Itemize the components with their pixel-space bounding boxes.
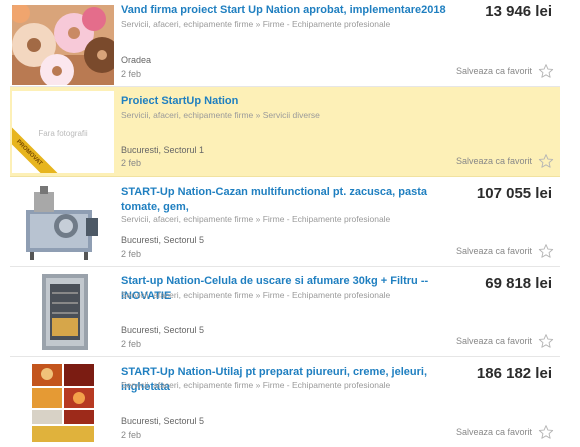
listing-category: Servicii, afaceri, echipamente firme » F… [121, 380, 391, 390]
listing-location: Bucuresti, Sectorul 5 [121, 416, 205, 426]
listing-location: Bucuresti, Sectorul 1 [121, 145, 205, 155]
listing-title-link[interactable]: Proiect StartUp Nation [121, 94, 446, 109]
listing-date: 2 feb [121, 158, 142, 168]
listing-price: 69 818 lei [485, 275, 552, 292]
listing-thumbnail-desserts[interactable] [12, 362, 114, 442]
listing-price: 186 182 lei [476, 365, 552, 382]
save-favorite-button[interactable]: Salveaza ca favorit [456, 153, 554, 169]
listing-date: 2 feb [121, 339, 142, 349]
save-favorite-label: Salveaza ca favorit [455, 66, 532, 76]
listing-category: Servicii, afaceri, echipamente firme » F… [121, 290, 391, 300]
listing-thumbnail-placeholder[interactable]: Fara fotografii PROMOVAT [12, 91, 114, 173]
save-favorite-button[interactable]: Salveaza ca favorit [456, 243, 554, 259]
listing-date: 2 feb [121, 69, 142, 79]
listing-location: Bucuresti, Sectorul 5 [121, 235, 205, 245]
save-favorite-label: Salveaza ca favorit [455, 336, 532, 346]
save-favorite-label: Salveaza ca favorit [455, 156, 532, 166]
listing-location: Bucuresti, Sectorul 5 [121, 325, 205, 335]
listing-location: Oradea [121, 55, 152, 65]
star-outline-icon[interactable] [538, 243, 554, 259]
listing-list: Vand firma proiect Start Up Nation aprob… [0, 0, 580, 447]
listing-category: Servicii, afaceri, echipamente firme » F… [121, 19, 391, 29]
star-outline-icon[interactable] [538, 153, 554, 169]
listing-row[interactable]: START-Up Nation-Utilaj pt preparat piure… [10, 357, 560, 447]
star-outline-icon[interactable] [538, 63, 554, 79]
listing-date: 2 feb [121, 249, 142, 259]
save-favorite-button[interactable]: Salveaza ca favorit [456, 63, 554, 79]
listing-category: Servicii, afaceri, echipamente firme » F… [121, 214, 391, 224]
save-favorite-button[interactable]: Salveaza ca favorit [456, 424, 554, 440]
listing-row[interactable]: Vand firma proiect Start Up Nation aprob… [10, 0, 560, 87]
listing-price: 13 946 lei [485, 3, 552, 20]
no-photo-text: Fara fotografii [38, 129, 88, 138]
star-outline-icon[interactable] [538, 424, 554, 440]
listing-thumbnail-smoker[interactable] [12, 272, 114, 352]
listing-category: Servicii, afaceri, echipamente firme » S… [121, 110, 320, 120]
listing-date: 2 feb [121, 430, 142, 440]
listing-thumbnail-donuts[interactable] [12, 5, 114, 85]
listing-row[interactable]: Start-up Nation-Celula de uscare si afum… [10, 267, 560, 357]
listing-thumbnail-machine[interactable] [12, 182, 114, 262]
listing-title-link[interactable]: START-Up Nation-Cazan multifunctional pt… [121, 185, 446, 215]
save-favorite-label: Salveaza ca favorit [455, 246, 532, 256]
star-outline-icon[interactable] [538, 333, 554, 349]
listing-row[interactable]: START-Up Nation-Cazan multifunctional pt… [10, 177, 560, 267]
save-favorite-label: Salveaza ca favorit [455, 427, 532, 437]
listing-title-link[interactable]: Vand firma proiect Start Up Nation aprob… [121, 3, 446, 18]
listing-row-promoted[interactable]: Fara fotografii PROMOVAT Proiect StartUp… [10, 87, 560, 177]
listing-price: 107 055 lei [476, 185, 552, 202]
save-favorite-button[interactable]: Salveaza ca favorit [456, 333, 554, 349]
